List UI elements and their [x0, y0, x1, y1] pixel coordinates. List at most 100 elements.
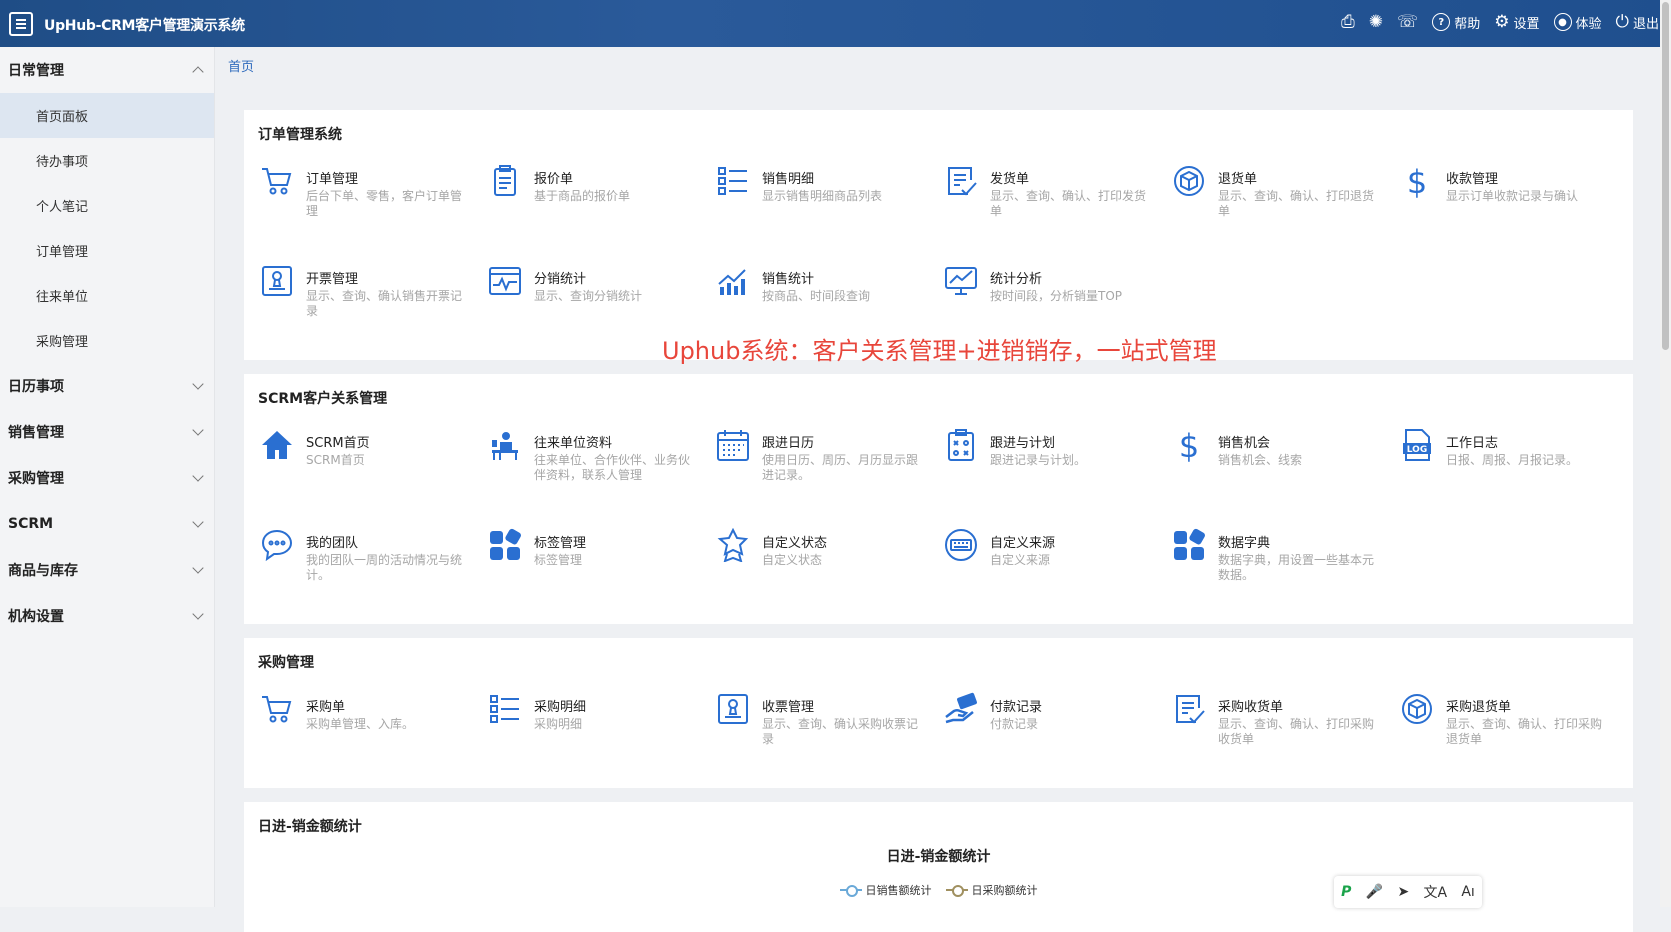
- section-2: 采购管理采购单 采购单管理、入库。 采购明细 采购明细 收票管理 显示、查询、确认采购收票…: [244, 638, 1633, 788]
- header-actions: ⎙ ✺ ☏ ? 帮助 ⚙ 设置 ● 体验 ⏻ 退出: [1341, 12, 1659, 32]
- tile-name: 采购退货单: [1446, 700, 1512, 715]
- sidebar-group-5[interactable]: 商品与库存: [0, 547, 214, 593]
- experience-icon: ●: [1553, 13, 1572, 31]
- module-tile[interactable]: LOG 工作日志 日报、周报、月报记录。: [1398, 426, 1626, 514]
- tile-text: 采购收货单 显示、查询、确认、打印采购收货单: [1218, 690, 1378, 778]
- tile-text: 销售明细 显示销售明细商品列表: [762, 162, 922, 250]
- sidebar-item[interactable]: 待办事项: [0, 138, 214, 183]
- module-tile[interactable]: 开票管理 显示、查询、确认销售开票记录: [258, 262, 486, 350]
- scrollbar-thumb[interactable]: [1662, 2, 1669, 350]
- module-tile[interactable]: 收票管理 显示、查询、确认采购收票记录: [714, 690, 942, 778]
- sidebar-item[interactable]: 个人笔记: [0, 183, 214, 228]
- module-tile[interactable]: 付款记录 付款记录: [942, 690, 1170, 778]
- plugin-p-icon[interactable]: P: [1341, 884, 1351, 900]
- tile-desc: 采购单管理、入库。: [306, 717, 415, 731]
- sidebar-item[interactable]: 采购管理: [0, 318, 214, 363]
- header-action-gear[interactable]: ⚙ 设置: [1494, 12, 1539, 32]
- tile-name: 跟进日历: [762, 436, 815, 451]
- breadcrumb[interactable]: 首页: [228, 56, 254, 75]
- tile-text: 付款记录 付款记录: [990, 690, 1150, 778]
- tile-text: 采购明细 采购明细: [534, 690, 694, 778]
- tile-name: 我的团队: [306, 536, 359, 551]
- tile-text: 采购退货单 显示、查询、确认、打印采购退货单: [1446, 690, 1606, 778]
- module-tile[interactable]: SCRM首页 SCRM首页: [258, 426, 486, 514]
- module-tile[interactable]: 销售明细 显示销售明细商品列表: [714, 162, 942, 250]
- module-tile[interactable]: 数据字典 数据字典，用设置一些基本元数据。: [1170, 526, 1398, 614]
- module-tile[interactable]: 跟进日历使用日历、周历、月历显示跟进记录。: [714, 426, 942, 514]
- sidebar-group-1[interactable]: 日历事项: [0, 363, 214, 409]
- tile-name: 跟进与计划: [990, 436, 1056, 451]
- sidebar-group-label: 日常管理: [8, 63, 64, 79]
- stamp-icon: [714, 690, 752, 728]
- tile-text: 自定义来源 自定义来源: [990, 526, 1150, 614]
- tile-text: 我的团队 我的团队一周的活动情况与统计。: [306, 526, 466, 614]
- module-tile[interactable]: 采购退货单 显示、查询、确认、打印采购退货单: [1398, 690, 1626, 778]
- sidebar-item[interactable]: 订单管理: [0, 228, 214, 273]
- tile-name: 退货单: [1218, 172, 1258, 187]
- calendar-icon: [714, 426, 752, 464]
- sidebar-group-4[interactable]: SCRM: [0, 501, 214, 547]
- sidebar-group-2[interactable]: 销售管理: [0, 409, 214, 455]
- tile-text: 报价单 基于商品的报价单: [534, 162, 694, 250]
- cart-icon: [258, 162, 296, 200]
- chevron-down-icon: [192, 424, 204, 436]
- header-action-power[interactable]: ⏻ 退出: [1616, 12, 1659, 32]
- sidebar-group-label: 机构设置: [8, 609, 64, 625]
- header-action-experience[interactable]: ● 体验: [1553, 13, 1602, 32]
- module-tile[interactable]: 标签管理 标签管理: [486, 526, 714, 614]
- power-icon: ⏻: [1615, 12, 1629, 32]
- sidebar-group-6[interactable]: 机构设置: [0, 593, 214, 639]
- page-scrollbar[interactable]: [1660, 0, 1671, 907]
- pulse-icon: [486, 262, 524, 300]
- module-tile[interactable]: 自定义状态 自定义状态: [714, 526, 942, 614]
- module-tile[interactable]: 采购明细 采购明细: [486, 690, 714, 778]
- section-title: 采购管理: [258, 655, 314, 671]
- tile-name: 开票管理: [306, 272, 359, 287]
- module-tile[interactable]: 自定义来源 自定义来源: [942, 526, 1170, 614]
- sidebar-group-0[interactable]: 日常管理: [0, 47, 214, 93]
- header-action-bulb[interactable]: ✺: [1369, 12, 1383, 32]
- module-tile[interactable]: 采购单 采购单管理、入库。: [258, 690, 486, 778]
- sidebar-group-3[interactable]: 采购管理: [0, 455, 214, 501]
- clipboard-icon: [486, 162, 524, 200]
- tile-name: 收票管理: [762, 700, 815, 715]
- chart-section-title: 日进-销金额统计: [258, 819, 362, 835]
- printer-icon: ⎙: [1341, 12, 1355, 32]
- header-action-help[interactable]: ? 帮助: [1432, 13, 1480, 32]
- tile-name: 数据字典: [1218, 536, 1271, 551]
- tile-text: 往来单位资料 往来单位、合作伙伴、业务伙伴资料，联系人管理: [534, 426, 694, 514]
- send-icon[interactable]: ➤: [1397, 884, 1409, 900]
- menu-logo-icon[interactable]: [9, 12, 33, 36]
- translate-icon[interactable]: 文A: [1423, 882, 1447, 902]
- legend-swatch-icon: [945, 885, 968, 897]
- legend-item[interactable]: 日采购额统计: [945, 882, 1038, 898]
- module-tile[interactable]: 往来单位资料 往来单位、合作伙伴、业务伙伴资料，联系人管理: [486, 426, 714, 514]
- microphone-icon[interactable]: 🎤: [1366, 884, 1383, 900]
- module-tile[interactable]: 采购收货单 显示、查询、确认、打印采购收货单: [1170, 690, 1398, 778]
- checklist-icon: [714, 162, 752, 200]
- tile-desc: 跟进记录与计划。: [990, 453, 1087, 467]
- ai-icon[interactable]: Aı: [1461, 884, 1474, 900]
- tile-desc: 使用日历、周历、月历显示跟进记录。: [762, 453, 919, 482]
- module-tile[interactable]: 退货单显示、查询、确认、打印退货单: [1170, 162, 1398, 250]
- module-tile[interactable]: 报价单 基于商品的报价单: [486, 162, 714, 250]
- module-tile[interactable]: 我的团队 我的团队一周的活动情况与统计。: [258, 526, 486, 614]
- module-tile[interactable]: 跟进与计划跟进记录与计划。: [942, 426, 1170, 514]
- chart-title: 日进-销金额统计: [886, 849, 991, 865]
- sidebar-item[interactable]: 首页面板: [0, 93, 214, 138]
- module-tile[interactable]: 发货单 显示、查询、确认、打印发货单: [942, 162, 1170, 250]
- legend-item[interactable]: 日销售额统计: [839, 882, 932, 898]
- edit-doc-icon: [942, 162, 980, 200]
- header-action-chat[interactable]: ☏: [1397, 12, 1418, 32]
- sidebar-item[interactable]: 往来单位: [0, 273, 214, 318]
- module-tile[interactable]: $ 销售机会 销售机会、线索: [1170, 426, 1398, 514]
- legend-swatch-icon: [839, 885, 862, 897]
- module-tile[interactable]: 订单管理 后台下单、零售，客户订单管理: [258, 162, 486, 250]
- module-tile[interactable]: $ 收款管理 显示订单收款记录与确认: [1398, 162, 1626, 250]
- header-action-label: 体验: [1575, 16, 1602, 32]
- legend-label: 日销售额统计: [865, 884, 932, 897]
- tile-desc: 显示、查询、确认、打印退货单: [1218, 189, 1375, 218]
- tile-desc: 显示、查询、确认、打印采购收货单: [1218, 717, 1375, 746]
- chevron-down-icon: [192, 608, 204, 620]
- header-action-printer[interactable]: ⎙: [1341, 12, 1355, 32]
